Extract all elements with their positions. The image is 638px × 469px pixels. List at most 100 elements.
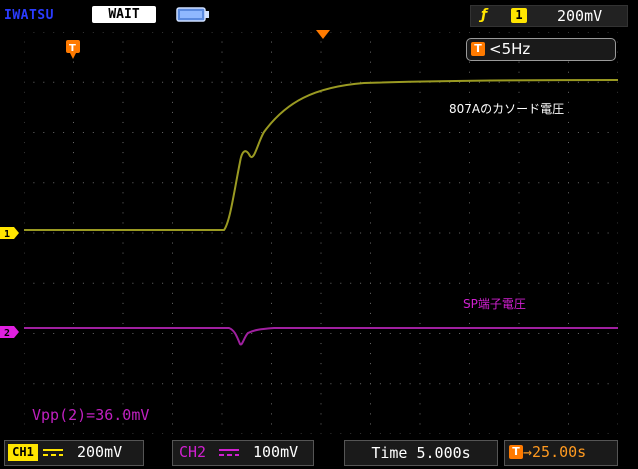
grid-dot: [271, 373, 272, 375]
grid-dot: [439, 232, 441, 234]
grid-dot: [132, 433, 134, 434]
grid-dot: [469, 393, 470, 395]
grid-dot: [280, 433, 282, 434]
grid-dot: [231, 282, 233, 284]
grid-dot: [271, 343, 272, 345]
grid-dot: [172, 222, 173, 224]
grid-dot: [241, 383, 243, 385]
ch1-level-marker[interactable]: 1: [0, 224, 20, 240]
grid-dot: [429, 232, 431, 234]
grid-dot: [419, 232, 421, 234]
grid-dot: [290, 333, 292, 334]
grid-dot: [142, 32, 144, 33]
grid-dot: [419, 292, 421, 294]
grid-dot: [271, 363, 272, 365]
grid-dot: [24, 282, 25, 284]
dc-coupling-icon: [219, 449, 239, 456]
grid-dot: [221, 413, 223, 415]
ch1-settings[interactable]: CH1 200mV: [4, 440, 144, 466]
grid-dot: [577, 182, 579, 184]
grid-dot: [162, 182, 164, 184]
grid-dot: [221, 111, 223, 113]
grid-dot: [172, 242, 173, 244]
grid-dot: [24, 202, 25, 204]
grid-dot: [73, 101, 74, 103]
grid-dot: [370, 202, 371, 204]
grid-dot: [597, 433, 599, 434]
grid-dot: [607, 32, 609, 33]
grid-dot: [597, 232, 599, 234]
grid-dot: [271, 403, 272, 405]
grid-dot: [271, 262, 272, 264]
grid-dot: [488, 132, 490, 133]
grid-dot: [469, 282, 470, 284]
grid-dot: [211, 232, 213, 234]
grid-dot: [43, 232, 45, 234]
grid-dot: [419, 393, 421, 395]
grid-dot: [419, 353, 421, 355]
grid-dot: [558, 132, 560, 133]
grid-dot: [162, 132, 164, 133]
grid-dot: [221, 292, 223, 294]
grid-dot: [73, 192, 74, 194]
grid-dot: [211, 182, 213, 184]
grid-dot: [290, 182, 292, 184]
grid-dot: [73, 91, 74, 93]
grid-dot: [568, 252, 569, 254]
grid-dot: [478, 282, 480, 284]
grid-dot: [370, 172, 371, 174]
grid-dot: [459, 433, 461, 434]
grid-dot: [469, 292, 470, 294]
timebase[interactable]: Time 5.000s: [344, 440, 498, 466]
grid-dot: [172, 162, 173, 164]
grid-dot: [518, 333, 520, 334]
grid-dot: [181, 132, 183, 133]
trigger-position[interactable]: T →25.00s: [504, 440, 618, 466]
grid-dot: [251, 433, 253, 434]
grid-dot: [122, 212, 124, 214]
grid-dot: [191, 383, 193, 385]
grid-dot: [617, 182, 618, 184]
grid-dot: [172, 32, 173, 33]
grid-dot: [528, 282, 530, 284]
ch2-settings[interactable]: CH2 100mV: [172, 440, 314, 466]
grid-dot: [419, 383, 421, 385]
grid-dot: [102, 182, 104, 184]
grid-dot: [172, 132, 173, 133]
grid-dot: [92, 232, 94, 234]
grid-dot: [53, 333, 55, 334]
grid-dot: [221, 423, 223, 425]
grid-dot: [271, 423, 272, 425]
grid-dot: [221, 51, 223, 53]
grid-dot: [469, 423, 470, 425]
grid-dot: [73, 363, 74, 365]
grid-dot: [24, 302, 25, 304]
grid-dot: [251, 81, 253, 83]
grid-dot: [211, 383, 213, 385]
ch2-level-marker[interactable]: 2: [0, 323, 20, 339]
grid-dot: [587, 433, 589, 434]
grid-dot: [43, 433, 45, 434]
grid-dot: [389, 232, 391, 234]
grid-dot: [172, 282, 173, 284]
grid-dot: [112, 81, 114, 83]
grid-dot: [320, 302, 322, 304]
grid-dot: [389, 182, 391, 184]
grid-dot: [271, 322, 272, 324]
grid-dot: [469, 182, 470, 184]
grid-dot: [122, 383, 124, 385]
grid-dot: [132, 81, 134, 83]
grid-dot: [221, 312, 223, 314]
grid-dot: [261, 282, 263, 284]
grid-dot: [271, 142, 272, 144]
grid-dot: [221, 353, 223, 355]
grid-dot: [617, 242, 618, 244]
grid-dot: [449, 383, 451, 385]
trigger-position-marker[interactable]: T: [66, 40, 86, 59]
grid-dot: [320, 333, 322, 334]
grid-dot: [568, 433, 569, 434]
grid-dot: [73, 383, 74, 385]
grid-dot: [24, 111, 25, 113]
grid-dot: [409, 132, 411, 133]
trigger-settings[interactable]: ƒ 1 200mV: [470, 5, 628, 27]
